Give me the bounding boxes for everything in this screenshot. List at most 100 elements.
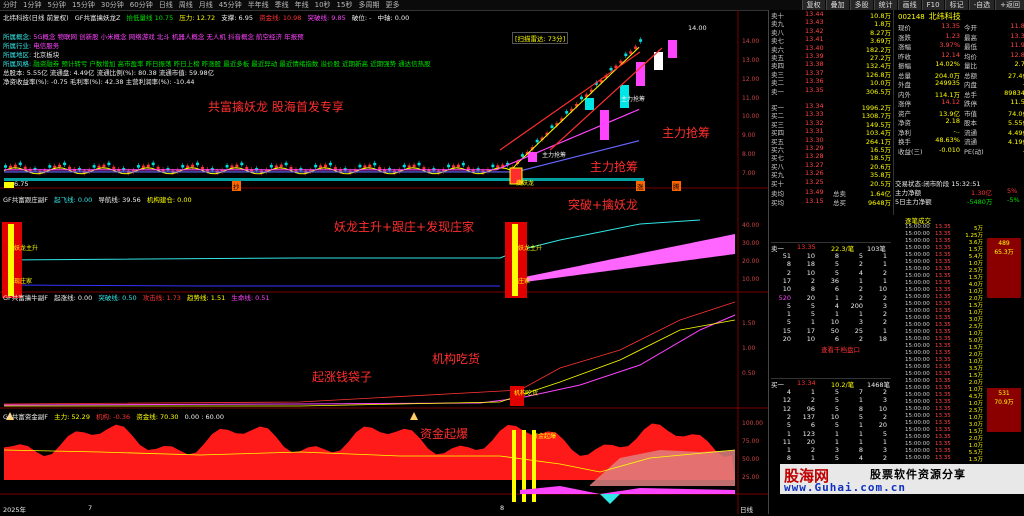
toolbar-button[interactable]: +返回 [995,0,1024,10]
quote-label: 流通 [964,128,977,137]
tag-zhang: 涨 [636,181,645,191]
candle [102,164,106,168]
level2-row: 15 17 50 25 1 [771,327,891,335]
stock-title: 北纬科技(日线 前复权) [3,14,69,22]
toolbar-button[interactable]: -自选 [968,0,995,10]
small-zhuang-right: 庄家 [518,278,531,285]
tick-price: 13.35 [935,329,951,335]
tick-time: 15:00:00 [905,343,930,349]
period-tab[interactable]: 60分钟 [127,0,156,10]
candle [550,125,554,128]
tick-time: 15:00:00 [905,315,930,321]
level2-cell: 2 [858,293,863,302]
level-price: 13.29 [805,144,824,152]
tick-row: 15:00:00 13.35 2.0万 [905,378,985,386]
level2-row: 17 2 36 1 1 [771,277,891,285]
period-tab[interactable]: 半年线 [245,0,272,10]
chart-area[interactable]: 北纬科技(日线 前复权) GF共富擒妖龙Z 抬低量线 10.75 压力: 12.… [0,10,768,514]
period-tab[interactable]: 5分钟 [44,0,68,10]
tick-row: 15:00:00 13.35 5.0万 [905,336,985,344]
candle [200,166,204,170]
toolbar-button[interactable]: F10 [921,0,944,10]
level-price: 13.27 [805,160,824,169]
level2-cell: 2 [858,285,863,294]
toolbar-button[interactable]: 画线 [897,0,921,10]
period-tab[interactable]: 日线 [156,0,176,10]
orderbook-sell-row[interactable]: 卖六 13.40 182.2万 [769,44,899,54]
orderbook-sell-row[interactable]: 卖一 13.35 306.5万 [769,85,899,96]
orderbook-sell-row[interactable]: 卖五 13.39 27.2万 [769,52,899,62]
level2-cell: 8 [810,285,815,294]
tick-price: 13.35 [935,364,951,370]
quote-value: 12.85 [1010,50,1024,59]
tick-price: 13.35 [935,315,951,321]
total-price: 13.15 [805,197,824,205]
period-tab[interactable]: 45分钟 [216,0,245,10]
toolbar-button[interactable]: 复权 [801,0,825,10]
period-tab[interactable]: 多周期 [355,0,382,10]
orderbook-buy-row[interactable]: 买十 13.25 20.5万 [769,178,899,188]
y-axis-label: 10.00 [742,276,760,283]
level2-cell: 2 [882,454,887,463]
period-tab[interactable]: 季线 [272,0,292,10]
level2-cell: 3 [882,301,887,310]
period-tab[interactable]: 更多 [382,0,402,10]
candle [461,162,465,166]
orderbook-sell-row[interactable]: 卖七 13.41 3.69万 [769,35,899,45]
orderbook-sell-row[interactable]: 卖九 13.43 1.8万 [769,18,899,28]
level2-row: 12 2 5 1 3 [771,396,891,404]
level2-row: 5 5 4 200 3 [771,302,891,310]
orderbook-buy-row[interactable]: 买一 13.34 1996.2万 [769,102,899,112]
level-label: 卖一 [771,87,784,96]
period-tab[interactable]: 10秒 [312,0,334,10]
quote-row: 昨收 12.14 均价 12.85 [898,50,1024,61]
toolbar-button[interactable]: 多股 [849,0,873,10]
period-tab[interactable]: 30分钟 [98,0,127,10]
small-fund: 资金起爆 [532,433,557,440]
tick-row: 15:00:00 13.35 1.0万 [905,357,985,365]
toolbar-button[interactable]: 标记 [944,0,968,10]
period-label[interactable]: 日线 [740,504,753,514]
level2-cell: 2 [786,412,791,421]
tick-price: 13.35 [935,392,951,398]
level2-cell: 1 [786,446,791,455]
orderbook-buy-row[interactable]: 买九 13.26 35.8万 [769,169,899,179]
period-tab[interactable]: 周线 [176,0,196,10]
period-tab[interactable]: 年线 [292,0,312,10]
period-tab[interactable]: 分时 [0,0,20,10]
quote-value: 4.19亿 [1008,138,1024,146]
tick-price: 13.35 [935,406,951,412]
orderbook-sell-row[interactable]: 卖十 13.44 10.8万 [769,10,899,20]
tick-row: 15:00:00 13.35 5.5万 [905,448,985,456]
tick-row: 15:00:00 13.35 1.5万 [905,343,985,351]
orderbook-buy-row[interactable]: 买五 13.30 264.1万 [769,136,899,146]
radar-score: [扫描雷达: 73分] [512,32,569,44]
period-tab[interactable]: 15分钟 [69,0,98,10]
annotation-fund: 资金起爆 [420,427,469,441]
orderbook-buy-row[interactable]: 买四 13.31 103.4万 [769,127,899,137]
candle [520,154,524,157]
level2-row: 1 123 1 1 5 [771,430,891,438]
orderbook-buy-row[interactable]: 买八 13.27 20.6万 [769,160,899,171]
orderbook-buy-row[interactable]: 买六 13.29 16.5万 [769,144,899,154]
orderbook-buy-row[interactable]: 买三 13.32 149.5万 [769,119,899,129]
total-label2: 总买 [833,199,846,207]
level2-cell: 51 [782,252,791,260]
period-tab[interactable]: 1分钟 [20,0,44,10]
orderbook-buy-row[interactable]: 买七 13.28 18.5万 [769,152,899,162]
orderbook-sell-row[interactable]: 卖八 13.42 8.27万 [769,27,899,37]
period-tab[interactable]: 15秒 [334,0,356,10]
query-depth-button[interactable]: 查看千档盘口 [821,344,860,354]
orderbook-buy-row[interactable]: 买二 13.33 1308.7万 [769,110,899,120]
tag-chao: 抄 [232,181,241,191]
candle [565,111,569,114]
orderbook-sell-row[interactable]: 卖四 13.38 132.4万 [769,60,899,70]
level2-cell: 10 [806,335,815,343]
level-price: 13.35 [805,85,824,94]
orderbook-sell-row[interactable]: 卖二 13.36 10.0万 [769,77,899,87]
quote-value: -.. [953,126,960,135]
toolbar-button[interactable]: 统计 [873,0,897,10]
period-tab[interactable]: 月线 [196,0,216,10]
orderbook-sell-row[interactable]: 卖三 13.37 126.8万 [769,69,899,79]
toolbar-button[interactable]: 叠加 [825,0,849,10]
